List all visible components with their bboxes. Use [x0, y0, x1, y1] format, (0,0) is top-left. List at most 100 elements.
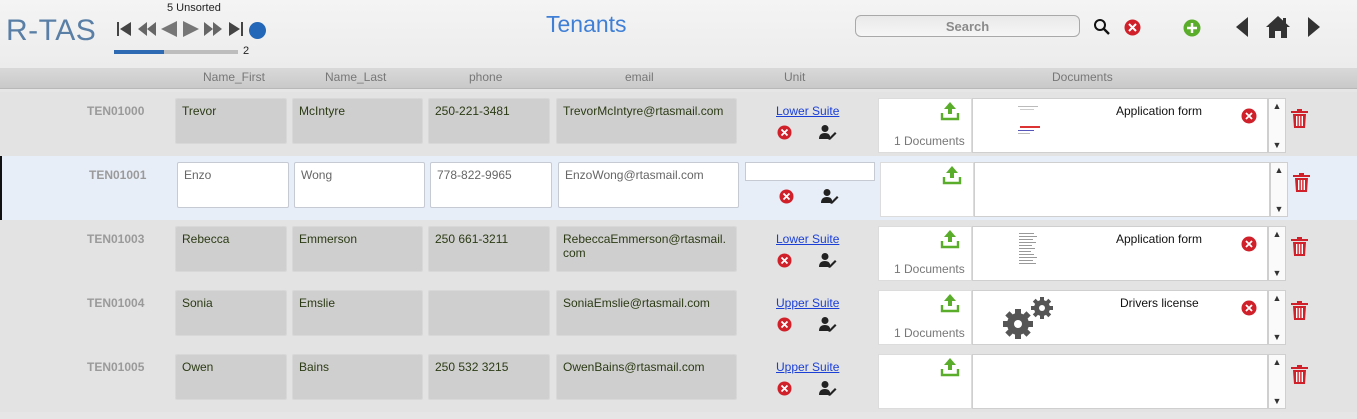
add-icon[interactable]: [1183, 19, 1201, 37]
header-unit[interactable]: Unit: [784, 70, 805, 84]
trash-icon[interactable]: [1290, 300, 1308, 320]
trash-icon[interactable]: [1290, 364, 1308, 384]
header-documents[interactable]: Documents: [1052, 70, 1113, 84]
app-logo: R-TAS: [6, 14, 97, 47]
upload-icon[interactable]: [942, 165, 962, 185]
document-count: 1 Documents: [894, 326, 965, 340]
scroll-up-icon[interactable]: ▲: [1269, 355, 1285, 369]
first-name-field[interactable]: Rebecca: [175, 226, 287, 272]
remove-document-icon[interactable]: [1241, 108, 1257, 124]
sort-status: 5 Unsorted: [167, 2, 221, 14]
scroll-up-icon[interactable]: ▲: [1269, 227, 1285, 241]
remove-unit-icon[interactable]: [777, 125, 792, 140]
trash-icon[interactable]: [1290, 236, 1308, 256]
edit-user-icon[interactable]: [821, 188, 839, 205]
phone-field[interactable]: [428, 290, 550, 336]
header-first-name[interactable]: Name_First: [203, 70, 265, 84]
next-icon[interactable]: [180, 18, 202, 40]
unit-link[interactable]: Upper Suite: [776, 296, 839, 310]
email-field[interactable]: RebeccaEmmerson@rtasmail. com: [556, 226, 737, 272]
tenant-id: TEN01005: [87, 360, 145, 374]
first-name-field[interactable]: Enzo: [177, 162, 289, 208]
scroll-up-icon[interactable]: ▲: [1269, 291, 1285, 305]
email-field[interactable]: TrevorMcIntyre@rtasmail.com: [556, 98, 737, 144]
scroll-down-icon[interactable]: ▼: [1269, 266, 1285, 280]
last-name-field[interactable]: Wong: [294, 162, 425, 208]
upload-icon[interactable]: [940, 101, 960, 121]
first-record-icon[interactable]: [114, 18, 136, 40]
document-scrollbar[interactable]: ▲ ▼: [1268, 354, 1286, 409]
document-scrollbar[interactable]: ▲ ▼: [1268, 290, 1286, 345]
upload-icon[interactable]: [940, 293, 960, 313]
first-name-field[interactable]: Owen: [175, 354, 287, 400]
tenant-id: TEN01001: [89, 168, 147, 182]
edit-user-icon[interactable]: [819, 252, 837, 269]
edit-user-icon[interactable]: [819, 124, 837, 141]
first-name-field[interactable]: Sonia: [175, 290, 287, 336]
unit-input[interactable]: [745, 162, 875, 181]
document-title: Application form: [1116, 232, 1203, 246]
clear-search-icon[interactable]: [1124, 19, 1141, 36]
header-email[interactable]: email: [625, 70, 654, 84]
phone-field[interactable]: 778-822-9965: [430, 162, 552, 208]
email-field[interactable]: EnzoWong@rtasmail.com: [558, 162, 739, 208]
email-field[interactable]: OwenBains@rtasmail.com: [556, 354, 737, 400]
remove-document-icon[interactable]: [1241, 300, 1257, 316]
scroll-down-icon[interactable]: ▼: [1269, 330, 1285, 344]
remove-unit-icon[interactable]: [779, 189, 794, 204]
search-icon[interactable]: [1093, 18, 1111, 36]
scroll-up-icon[interactable]: ▲: [1269, 99, 1285, 113]
tenant-id: TEN01004: [87, 296, 145, 310]
trash-icon[interactable]: [1292, 172, 1310, 192]
record-navigation: [114, 18, 246, 40]
phone-field[interactable]: 250 661-3211: [428, 226, 550, 272]
last-record-icon[interactable]: [224, 18, 246, 40]
previous-icon[interactable]: [158, 18, 180, 40]
remove-unit-icon[interactable]: [777, 381, 792, 396]
document-scrollbar[interactable]: ▲ ▼: [1268, 98, 1286, 153]
trash-icon[interactable]: [1290, 108, 1308, 128]
unit-link[interactable]: Upper Suite: [776, 360, 839, 374]
phone-field[interactable]: 250-221-3481: [428, 98, 550, 144]
scroll-down-icon[interactable]: ▼: [1269, 394, 1285, 408]
edit-user-icon[interactable]: [819, 380, 837, 397]
remove-unit-icon[interactable]: [777, 253, 792, 268]
document-scrollbar[interactable]: ▲ ▼: [1270, 162, 1288, 217]
scroll-down-icon[interactable]: ▼: [1271, 202, 1287, 216]
gears-icon[interactable]: [998, 296, 1060, 340]
upload-icon[interactable]: [940, 229, 960, 249]
toolbar: R-TAS 5 Unsorted 2 Tenants: [0, 0, 1357, 68]
upload-icon[interactable]: [940, 357, 960, 377]
edit-user-icon[interactable]: [819, 316, 837, 333]
document-title: Drivers license: [1120, 296, 1199, 310]
last-name-field[interactable]: McIntyre: [292, 98, 423, 144]
search-input[interactable]: [855, 15, 1080, 37]
phone-field[interactable]: 250 532 3215: [428, 354, 550, 400]
header-phone[interactable]: phone: [469, 70, 502, 84]
header-last-name[interactable]: Name_Last: [325, 70, 386, 84]
remove-unit-icon[interactable]: [777, 317, 792, 332]
last-name-field[interactable]: Emmerson: [292, 226, 423, 272]
rewind-icon[interactable]: [136, 18, 158, 40]
document-portal: [972, 354, 1268, 409]
document-thumbnail-icon[interactable]: [1015, 230, 1043, 270]
first-name-field[interactable]: Trevor: [175, 98, 287, 144]
tenant-id: TEN01000: [87, 104, 145, 118]
forward-icon[interactable]: [1306, 15, 1322, 39]
remove-document-icon[interactable]: [1241, 236, 1257, 252]
pdf-thumbnail-icon[interactable]: [1010, 102, 1050, 140]
unit-link[interactable]: Lower Suite: [776, 232, 839, 246]
document-scrollbar[interactable]: ▲ ▼: [1268, 226, 1286, 281]
home-icon[interactable]: [1265, 14, 1291, 40]
last-name-field[interactable]: Bains: [292, 354, 423, 400]
back-icon[interactable]: [1234, 15, 1250, 39]
unit-link[interactable]: Lower Suite: [776, 104, 839, 118]
tenant-id: TEN01003: [87, 232, 145, 246]
table-row: TEN01004 Sonia Emslie SoniaEmslie@rtasma…: [0, 284, 1357, 348]
scroll-up-icon[interactable]: ▲: [1271, 163, 1287, 177]
scroll-down-icon[interactable]: ▼: [1269, 138, 1285, 152]
page-title: Tenants: [546, 11, 627, 37]
last-name-field[interactable]: Emslie: [292, 290, 423, 336]
fast-forward-icon[interactable]: [202, 18, 224, 40]
email-field[interactable]: SoniaEmslie@rtasmail.com: [556, 290, 737, 336]
